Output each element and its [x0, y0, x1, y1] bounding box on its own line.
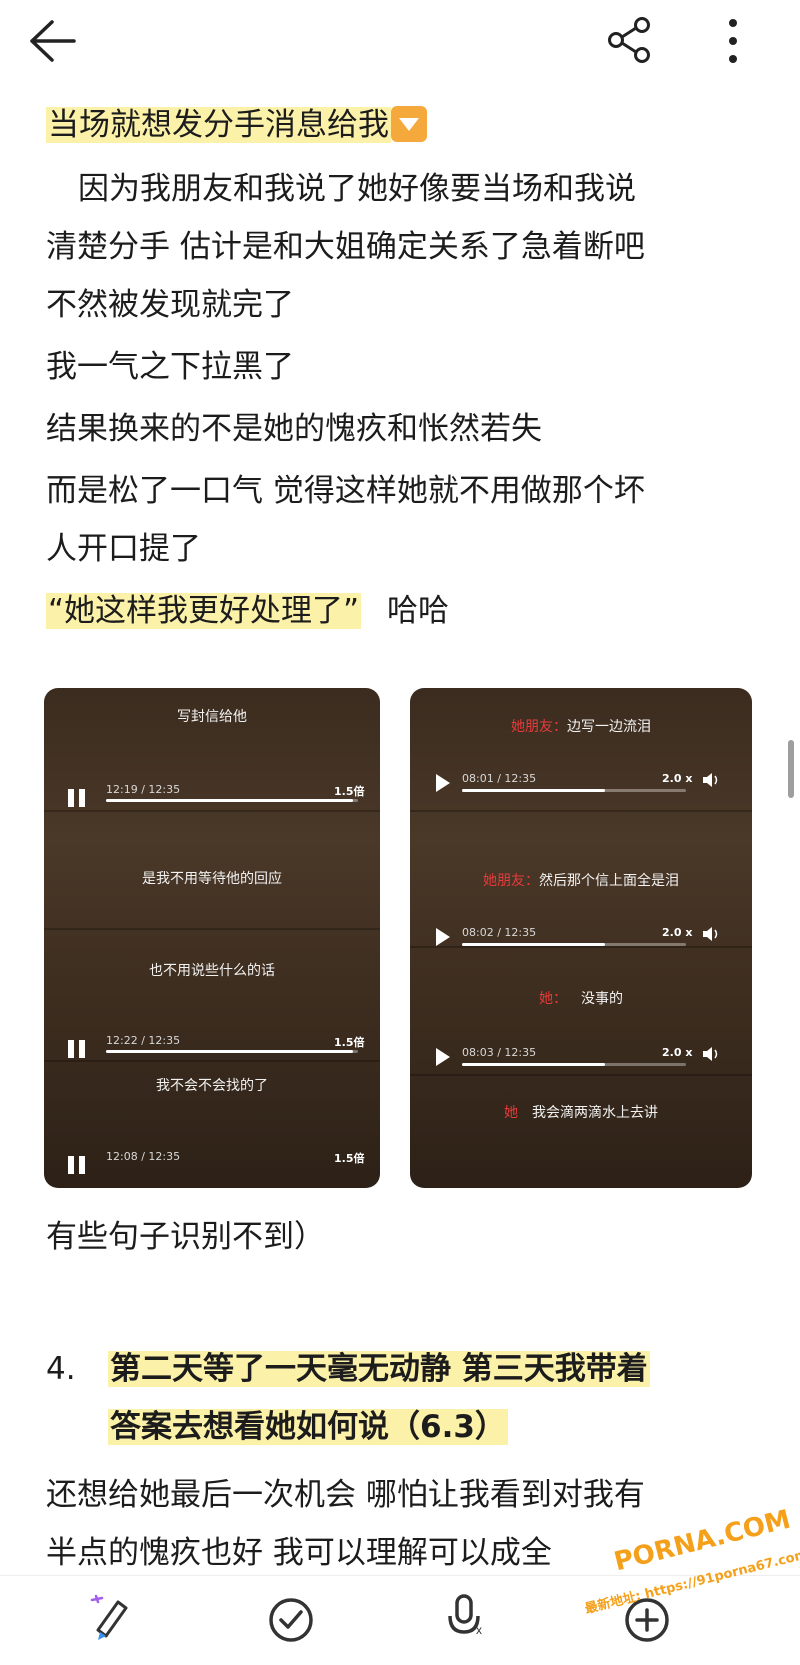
video-time: 08:03 / 12:35 [462, 1046, 537, 1059]
video-time: 08:02 / 12:35 [462, 926, 537, 939]
list-item-4-text-2: 答案去想看她如何说（6.3） [108, 1409, 508, 1445]
video-controls: 12:08 / 12:35 1.5倍 [44, 1150, 380, 1176]
video-controls: 12:22 / 12:35 1.5倍 [44, 1034, 380, 1060]
video-controls: 08:02 / 12:35 2.0 x [410, 926, 752, 954]
video-speaker: 她朋友： [511, 719, 567, 735]
paragraph-1-line-2: 清楚分手 估计是和大姐确定关系了急着断吧 [46, 229, 645, 265]
heading-line: 当场就想发分手消息给我 [46, 96, 427, 154]
video-caption: 写封信给他 [177, 709, 247, 725]
video-controls: 08:01 / 12:35 2.0 x [410, 772, 752, 800]
video-caption: 没事的 [581, 991, 623, 1007]
play-icon[interactable] [436, 1048, 450, 1066]
video-controls: 08:03 / 12:35 2.0 x [410, 1046, 752, 1074]
video-speed[interactable]: 2.0 x [662, 926, 692, 939]
video-caption-row: 她朋友：然后那个信上面全是泪 [410, 870, 752, 890]
paragraph-5-line-2: 半点的愧疚也好 我可以理解可以成全 [46, 1535, 552, 1571]
video-speaker: 她朋友： [483, 873, 539, 889]
video-caption: 也不用说些什么的话 [149, 963, 275, 979]
video-speed[interactable]: 1.5倍 [334, 783, 365, 799]
video-speed[interactable]: 2.0 x [662, 772, 692, 785]
list-item-4-text-1: 第二天等了一天毫无动静 第三天我带着 [108, 1351, 650, 1387]
bottom-toolbar: x [0, 1575, 800, 1642]
paragraph-2: 我一气之下拉黑了 [46, 349, 294, 385]
video-screenshot-left[interactable]: 写封信给他 12:19 / 12:35 1.5倍 是我不用等待他的回应 也不用说… [44, 688, 380, 1188]
video-time: 12:19 / 12:35 [106, 783, 181, 796]
video-speaker: 她 [504, 1105, 518, 1121]
video-caption: 然后那个信上面全是泪 [539, 873, 679, 889]
video-progress-fill [462, 1063, 606, 1066]
paragraph-1-line-3: 不然被发现就完了 [46, 287, 294, 323]
video-time: 08:01 / 12:35 [462, 772, 537, 785]
screenshot-seam [410, 810, 752, 812]
video-controls: 12:19 / 12:35 1.5倍 [44, 783, 380, 809]
volume-icon[interactable] [702, 926, 722, 942]
video-progress-fill [106, 1050, 353, 1053]
pause-icon[interactable] [66, 1156, 90, 1174]
video-caption-row: 她朋友：边写一边流泪 [410, 716, 752, 736]
volume-icon[interactable] [702, 1046, 722, 1062]
quote-text: “她这样我更好处理了” [46, 593, 362, 629]
magic-pen-icon[interactable] [88, 1590, 138, 1642]
video-caption: 是我不用等待他的回应 [142, 871, 282, 887]
svg-text:x: x [476, 1623, 482, 1637]
screenshot-seam [44, 810, 380, 812]
check-circle-icon[interactable] [266, 1590, 316, 1642]
video-time: 12:22 / 12:35 [106, 1034, 181, 1047]
video-caption: 我不会不会找的了 [156, 1078, 268, 1094]
video-progress-track[interactable] [462, 789, 686, 792]
quote-suffix: 哈哈 [386, 593, 449, 629]
video-screenshot-right[interactable]: 她朋友：边写一边流泪 08:01 / 12:35 2.0 x 她朋友：然后那个信… [410, 688, 752, 1188]
pause-icon[interactable] [66, 1040, 90, 1058]
scrollbar-thumb[interactable] [788, 740, 794, 798]
play-icon[interactable] [436, 774, 450, 792]
video-progress-fill [462, 789, 606, 792]
paragraph-1-line-1: 因为我朋友和我说了她好像要当场和我说 [78, 171, 636, 207]
paragraph-4-line-1: 而是松了一口气 觉得这样她就不用做那个坏 [46, 473, 645, 509]
video-speed[interactable]: 1.5倍 [334, 1150, 365, 1166]
video-speed[interactable]: 2.0 x [662, 1046, 692, 1059]
add-circle-icon[interactable] [622, 1590, 672, 1642]
quote-line: “她这样我更好处理了” 哈哈 [46, 582, 449, 640]
video-caption: 我会滴两滴水上去讲 [532, 1105, 658, 1121]
video-progress-track[interactable] [462, 1063, 686, 1066]
list-item-4-line-1: 第二天等了一天毫无动静 第三天我带着 [108, 1340, 650, 1398]
screenshot-seam [44, 928, 380, 930]
list-item-number: 4. [46, 1351, 76, 1387]
video-caption-row: 她我会滴两滴水上去讲 [410, 1102, 752, 1122]
list-item-4-line-2: 答案去想看她如何说（6.3） [108, 1398, 508, 1456]
play-icon[interactable] [436, 928, 450, 946]
top-bar [0, 0, 800, 90]
share-icon[interactable] [605, 15, 655, 65]
video-progress-track[interactable] [106, 1050, 358, 1053]
video-speaker: 她： [539, 991, 567, 1007]
screenshot-seam [410, 1074, 752, 1076]
paragraph-3: 结果换来的不是她的愧疚和怅然若失 [46, 411, 542, 447]
volume-icon[interactable] [702, 772, 722, 788]
paragraph-5-line-1: 还想给她最后一次机会 哪怕让我看到对我有 [46, 1477, 645, 1513]
arrow-left-icon[interactable] [22, 16, 82, 66]
mic-icon[interactable]: x [442, 1590, 492, 1642]
video-speed[interactable]: 1.5倍 [334, 1034, 365, 1050]
video-caption-row: 她： 没事的 [410, 988, 752, 1008]
video-time: 12:08 / 12:35 [106, 1150, 181, 1163]
video-caption: 边写一边流泪 [567, 719, 651, 735]
more-vertical-icon[interactable] [718, 15, 748, 67]
screenshot-seam [410, 946, 752, 948]
after-images-text: 有些句子识别不到） [46, 1219, 325, 1255]
pause-icon[interactable] [66, 789, 90, 807]
heading-text: 当场就想发分手消息给我 [46, 107, 391, 143]
down-arrow-emoji-icon [391, 105, 427, 142]
screenshot-seam [44, 1060, 380, 1062]
video-progress-track[interactable] [106, 799, 358, 802]
video-progress-fill [106, 799, 353, 802]
paragraph-4-line-2: 人开口提了 [46, 531, 201, 567]
